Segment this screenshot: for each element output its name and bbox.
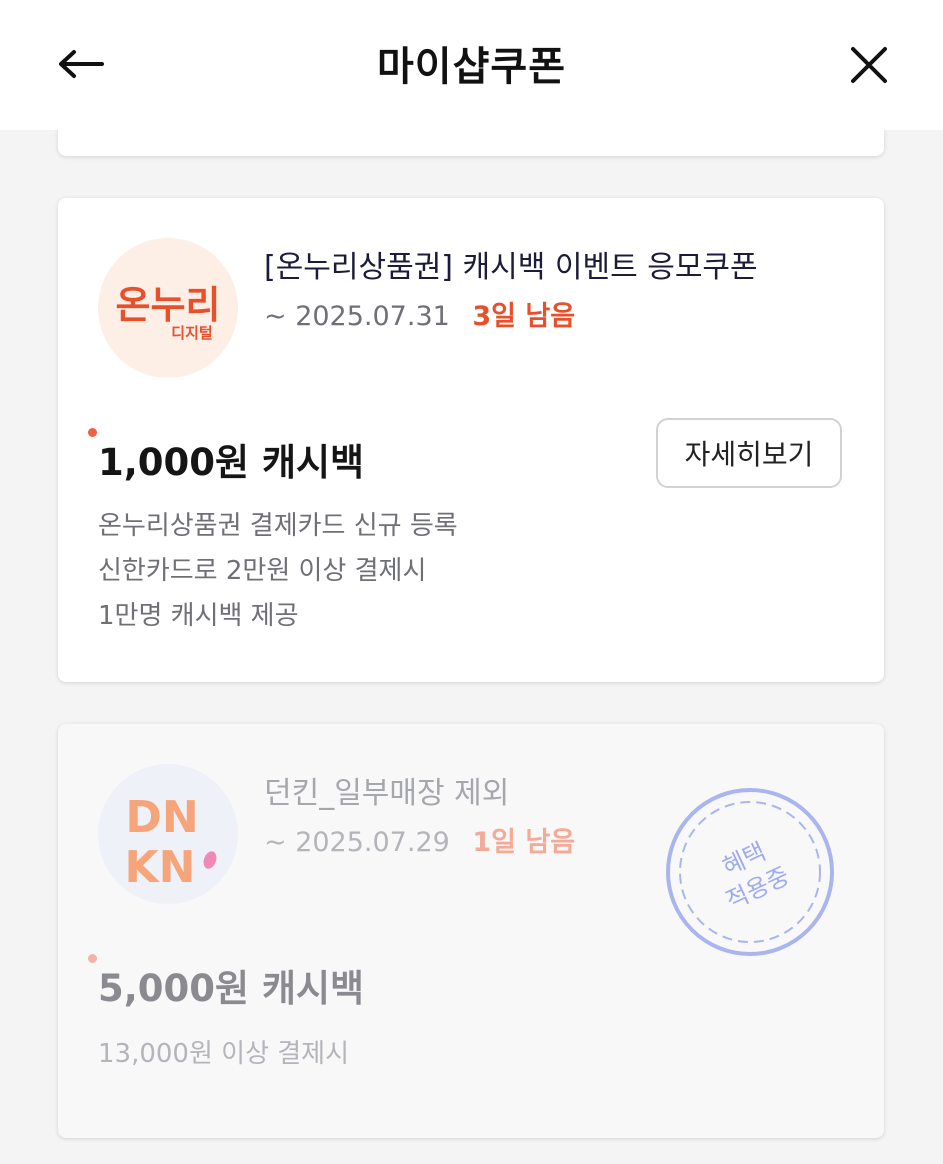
onnuri-logo-subtext: 디지털 [171, 324, 212, 342]
coupon-expiry-date: ~ 2025.07.29 [264, 827, 450, 858]
description-line: 신한카드로 2만원 이상 결제시 [98, 556, 427, 586]
coupon-date-row: ~ 2025.07.31 3일 남음 [264, 294, 575, 333]
bullet-dot [88, 954, 97, 963]
coupon-title: [온누리상품권] 캐시백 이벤트 응모쿠폰 [264, 250, 758, 285]
close-button[interactable] [842, 38, 896, 92]
dunkin-logo-bottom: KN [125, 842, 196, 893]
onnuri-logo: 온누리 디지털 [98, 238, 238, 378]
dunkin-logo: DN KN [98, 764, 238, 904]
coupon-card[interactable]: DN KN 던킨_일부매장 제외 ~ 2025.07.29 1일 남음 5,00… [58, 724, 884, 1138]
page-title: 마이샵쿠폰 [377, 44, 566, 90]
onnuri-logo-text: 온누리 [116, 283, 221, 327]
description-line: 1만명 캐시백 제공 [98, 601, 299, 631]
coupon-description: 온누리상품권 결제카드 신규 등록 신한카드로 2만원 이상 결제시 1만명 캐… [98, 504, 458, 639]
description-line: 13,000원 이상 결제시 [98, 1039, 350, 1069]
coupon-description: 13,000원 이상 결제시 [98, 1032, 349, 1077]
close-icon [851, 47, 887, 83]
coupon-title: 던킨_일부매장 제외 [264, 776, 510, 811]
coupon-expiry-date: ~ 2025.07.31 [264, 301, 450, 332]
bullet-dot [88, 428, 97, 437]
days-remaining: 3일 남음 [472, 301, 576, 332]
coupon-date-row: ~ 2025.07.29 1일 남음 [264, 820, 575, 859]
dunkin-logo-top: DN [125, 792, 198, 843]
view-details-button[interactable]: 자세히보기 [656, 418, 842, 488]
description-line: 온누리상품권 결제카드 신규 등록 [98, 511, 458, 541]
benefit-applied-stamp: 혜택 적용중 [664, 786, 836, 958]
top-app-bar: 마이샵쿠폰 [0, 0, 943, 130]
cashback-amount: 5,000원 캐시백 [98, 967, 365, 1010]
coupon-card[interactable]: 온누리 디지털 [온누리상품권] 캐시백 이벤트 응모쿠폰 ~ 2025.07.… [58, 198, 884, 682]
days-remaining: 1일 남음 [472, 827, 576, 858]
cashback-amount: 1,000원 캐시백 [98, 441, 365, 484]
